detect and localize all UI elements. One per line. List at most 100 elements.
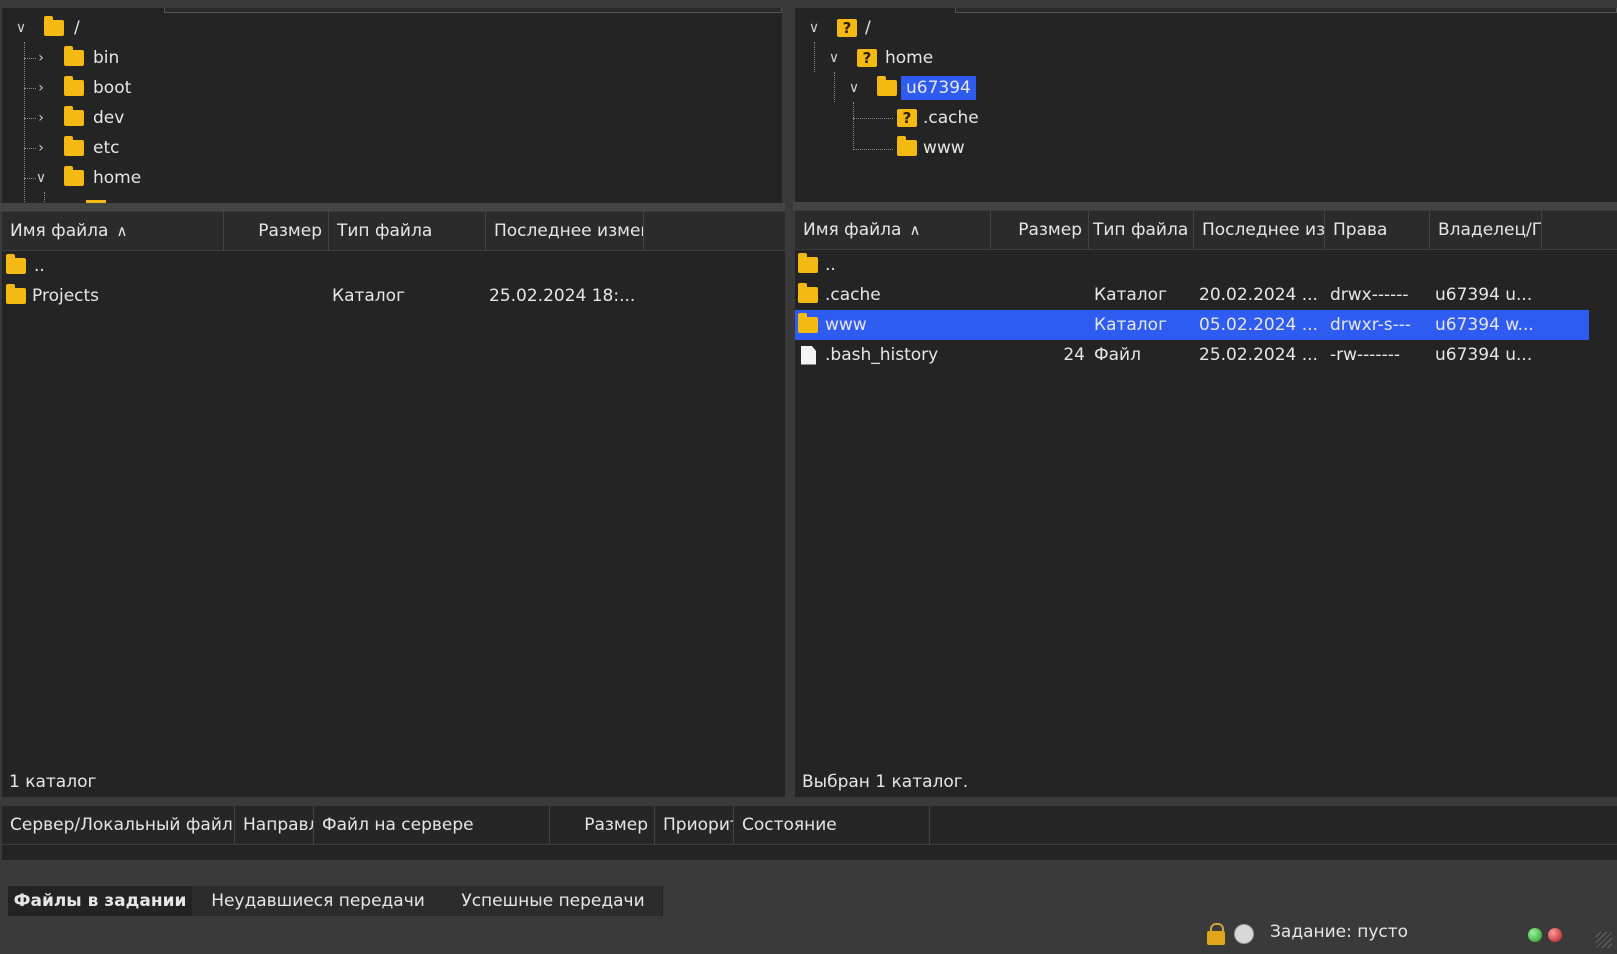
column-label: Направл (243, 815, 314, 835)
list-item[interactable]: .. (2, 251, 785, 281)
tree-item-label: / (74, 18, 80, 38)
column-label: Размер (258, 221, 322, 241)
folder-icon (798, 253, 818, 273)
folder-icon (64, 166, 84, 186)
file-modified: 25.02.2024 ... (1199, 345, 1318, 365)
file-type: Каталог (1094, 285, 1168, 305)
list-item[interactable]: .cache Каталог 20.02.2024 ... drwx------… (795, 280, 1617, 310)
remote-tree-panel[interactable]: ∨ ? / ∨ ? home ∨ u67394 ? .cache www (795, 8, 1617, 202)
local-list-header: Имя файла ∧ Размер Тип файла Последнее и… (2, 212, 785, 251)
tree-item-label: home (885, 48, 934, 68)
tab-failed-transfers[interactable]: Неудавшиеся передачи (192, 886, 445, 916)
tree-item-label: / (865, 18, 871, 38)
column-header-size[interactable]: Размер (991, 211, 1089, 249)
queue-tabs: Файлы в задании Неудавшиеся передачи Усп… (0, 884, 1617, 918)
file-owner: u67394 u... (1435, 345, 1533, 365)
folder-icon (897, 136, 917, 156)
remote-file-list[interactable]: Имя файла ∧ Размер Тип файла Последнее и… (795, 211, 1617, 797)
list-item-selected[interactable]: www Каталог 05.02.2024 ... drwxr-s--- u6… (795, 310, 1589, 340)
status-bar: Задание: пусто (0, 918, 1617, 954)
column-label: Права (1333, 220, 1388, 240)
remote-path-field[interactable] (955, 8, 1617, 13)
local-status-text: 1 каталог (9, 772, 97, 792)
remote-list-header: Имя файла ∧ Размер Тип файла Последнее и… (795, 211, 1617, 250)
column-header-type[interactable]: Тип файла (329, 212, 486, 250)
file-modified: 25.02.2024 18:... (489, 286, 636, 306)
local-tree-item-etc[interactable]: › etc (24, 133, 120, 163)
tree-item-label: www (923, 138, 965, 158)
column-header-type[interactable]: Тип файла (1089, 211, 1194, 249)
column-header-name[interactable]: Имя файла ∧ (2, 212, 224, 250)
folder-icon (44, 16, 64, 36)
lock-shackle (1210, 923, 1224, 935)
status-queue-text: Задание: пусто (1270, 922, 1409, 942)
remote-tree-item-www[interactable]: www (897, 133, 965, 163)
file-name: .bash_history (825, 345, 939, 365)
column-header-name[interactable]: Имя файла ∧ (795, 211, 991, 249)
column-label: Сервер/Локальный файл (10, 815, 233, 835)
queue-panel[interactable]: Сервер/Локальный файл Направл Файл на се… (2, 806, 1617, 860)
local-tree-item-bin[interactable]: › bin (24, 43, 119, 73)
chevron-down-icon[interactable]: ∨ (845, 79, 863, 97)
red-led-icon (1548, 928, 1562, 942)
tree-item-label-selected: u67394 (901, 76, 976, 100)
splitter[interactable] (0, 203, 786, 211)
vertical-splitter[interactable] (785, 0, 793, 800)
local-tree-item-boot[interactable]: › boot (24, 73, 131, 103)
file-name: .. (34, 256, 45, 276)
local-tree-item-dev[interactable]: › dev (24, 103, 124, 133)
chevron-down-icon[interactable]: ∨ (825, 49, 843, 67)
sort-ascending-icon: ∧ (909, 221, 921, 239)
tab-label: Файлы в задании (13, 891, 187, 911)
remote-tree-item-user[interactable]: ∨ u67394 (845, 73, 976, 103)
tree-item-label: etc (93, 138, 120, 158)
splitter[interactable] (793, 202, 1617, 210)
column-header-permissions[interactable]: Права (1325, 211, 1430, 249)
local-path-field[interactable] (164, 8, 782, 13)
column-label: Последнее измен (494, 221, 644, 241)
column-header-remote-file[interactable]: Файл на сервере (314, 806, 550, 844)
column-label: Тип файла (337, 221, 433, 241)
file-owner: u67394 w... (1435, 315, 1534, 335)
column-header-size[interactable]: Размер (224, 212, 329, 250)
column-label: Имя файла (803, 220, 902, 240)
column-header-direction[interactable]: Направл (235, 806, 314, 844)
column-header-local-file[interactable]: Сервер/Локальный файл (2, 806, 235, 844)
column-header-status[interactable]: Состояние (734, 806, 930, 844)
folder-icon (6, 254, 26, 274)
local-tree-root[interactable]: ∨ / (12, 13, 80, 43)
remote-tree-item-cache[interactable]: ? .cache (897, 103, 979, 133)
folder-icon (64, 106, 84, 126)
local-file-list[interactable]: Имя файла ∧ Размер Тип файла Последнее и… (2, 212, 785, 797)
remote-tree-root[interactable]: ∨ ? / (805, 13, 871, 43)
resize-grip-icon[interactable] (1596, 932, 1612, 948)
column-header-modified[interactable]: Последнее измен (486, 212, 644, 250)
file-permissions: drwxr-s--- (1330, 315, 1412, 335)
file-type: Каталог (1094, 315, 1168, 335)
folder-icon (6, 284, 26, 304)
list-item[interactable]: Projects Каталог 25.02.2024 18:... (2, 281, 785, 311)
column-header-modified[interactable]: Последнее изм (1194, 211, 1325, 249)
chevron-down-icon[interactable]: ∨ (12, 19, 30, 37)
column-header-owner[interactable]: Владелец/Гр (1430, 211, 1542, 249)
folder-icon (64, 46, 84, 66)
file-type: Файл (1094, 345, 1141, 365)
column-header-size[interactable]: Размер (550, 806, 655, 844)
column-header-priority[interactable]: Приорит (655, 806, 734, 844)
list-item[interactable]: .bash_history 24 Файл 25.02.2024 ... -rw… (795, 340, 1617, 370)
speed-limit-icon[interactable] (1234, 924, 1254, 944)
file-size: 24 (1063, 345, 1085, 365)
chevron-down-icon[interactable]: ∨ (805, 19, 823, 37)
file-name: .cache (825, 285, 881, 305)
local-tree-item-home[interactable]: ∨ home (24, 163, 141, 193)
column-label: Тип файла (1093, 220, 1189, 240)
remote-tree-item-home[interactable]: ∨ ? home (825, 43, 933, 73)
local-tree-panel[interactable]: ∨ / › bin › boot › dev › etc ∨ home (2, 8, 782, 208)
tab-queued-files[interactable]: Файлы в задании (8, 886, 192, 916)
file-modified: 05.02.2024 ... (1199, 315, 1318, 335)
list-item[interactable]: .. (795, 250, 1617, 280)
tab-successful-transfers[interactable]: Успешные передачи (444, 886, 663, 916)
sort-ascending-icon: ∧ (116, 222, 128, 240)
file-name: www (825, 315, 867, 335)
remote-status-text: Выбран 1 каталог. (802, 772, 969, 792)
